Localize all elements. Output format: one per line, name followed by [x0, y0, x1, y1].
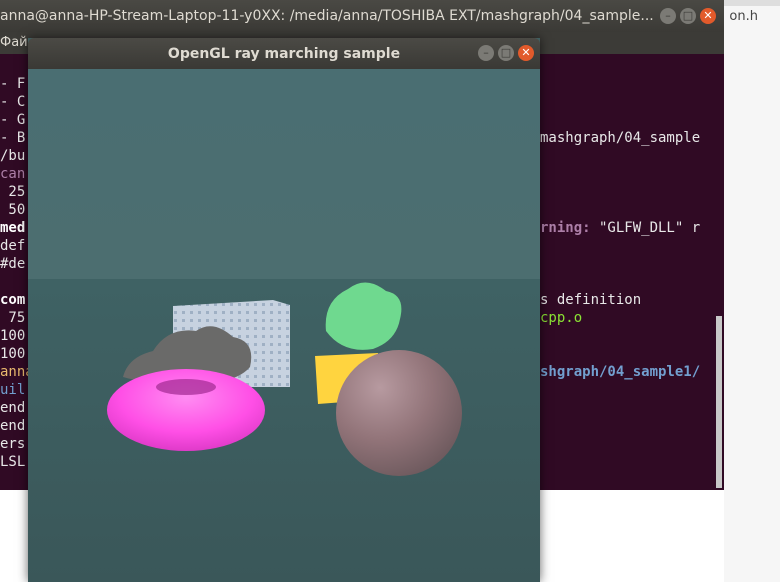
terminal-line: can	[0, 166, 26, 182]
terminal-line: end	[0, 400, 26, 416]
terminal-line: 75	[0, 310, 26, 326]
terminal-line: /bu	[0, 148, 26, 164]
close-icon[interactable]: ✕	[700, 8, 716, 24]
terminal-line: def	[0, 238, 26, 254]
terminal-line: - C	[0, 94, 26, 110]
terminal-line: cpp.o	[540, 310, 583, 326]
terminal-line: #de	[0, 256, 26, 272]
terminal-line: mashgraph/04_sample	[540, 130, 701, 146]
terminal-line: 100	[0, 346, 26, 362]
render-viewport[interactable]	[28, 69, 540, 582]
minimize-icon[interactable]: –	[478, 45, 494, 61]
terminal-line: s definition	[540, 292, 642, 308]
terminal-line: - B	[0, 130, 26, 146]
terminal-line: end	[0, 418, 26, 434]
terminal-line: 25	[0, 184, 26, 200]
opengl-window[interactable]: OpenGL ray marching sample – □ ✕	[28, 38, 540, 582]
terminal-line: 50	[0, 202, 26, 218]
terminal-line: - F	[0, 76, 26, 92]
terminal-line: med	[0, 220, 26, 236]
terminal-window-controls: – □ ✕	[660, 8, 716, 24]
terminal-line: com	[0, 292, 26, 308]
terminal-line: shgraph/04_sample1/	[540, 364, 701, 380]
close-icon[interactable]: ✕	[518, 45, 534, 61]
terminal-line: uil	[0, 382, 26, 398]
terminal-line: LSL	[0, 454, 26, 470]
terminal-line: 100	[0, 328, 26, 344]
torus-hole	[156, 379, 216, 395]
editor-tab-name[interactable]: on.h	[729, 9, 758, 24]
terminal-scrollbar[interactable]	[716, 316, 722, 488]
gl-window-controls: – □ ✕	[478, 45, 534, 61]
gl-window-title: OpenGL ray marching sample	[167, 46, 401, 62]
sphere	[336, 350, 462, 476]
terminal-line: ers	[0, 436, 26, 452]
minimize-icon[interactable]: –	[660, 8, 676, 24]
terminal-line: - G	[0, 112, 26, 128]
terminal-title: anna@anna-HP-Stream-Laptop-11-y0XX: /med…	[0, 8, 654, 24]
terminal-line: rning: "GLFW_DLL" r	[540, 220, 701, 236]
maximize-icon[interactable]: □	[498, 45, 514, 61]
maximize-icon[interactable]: □	[680, 8, 696, 24]
sky	[28, 69, 540, 279]
